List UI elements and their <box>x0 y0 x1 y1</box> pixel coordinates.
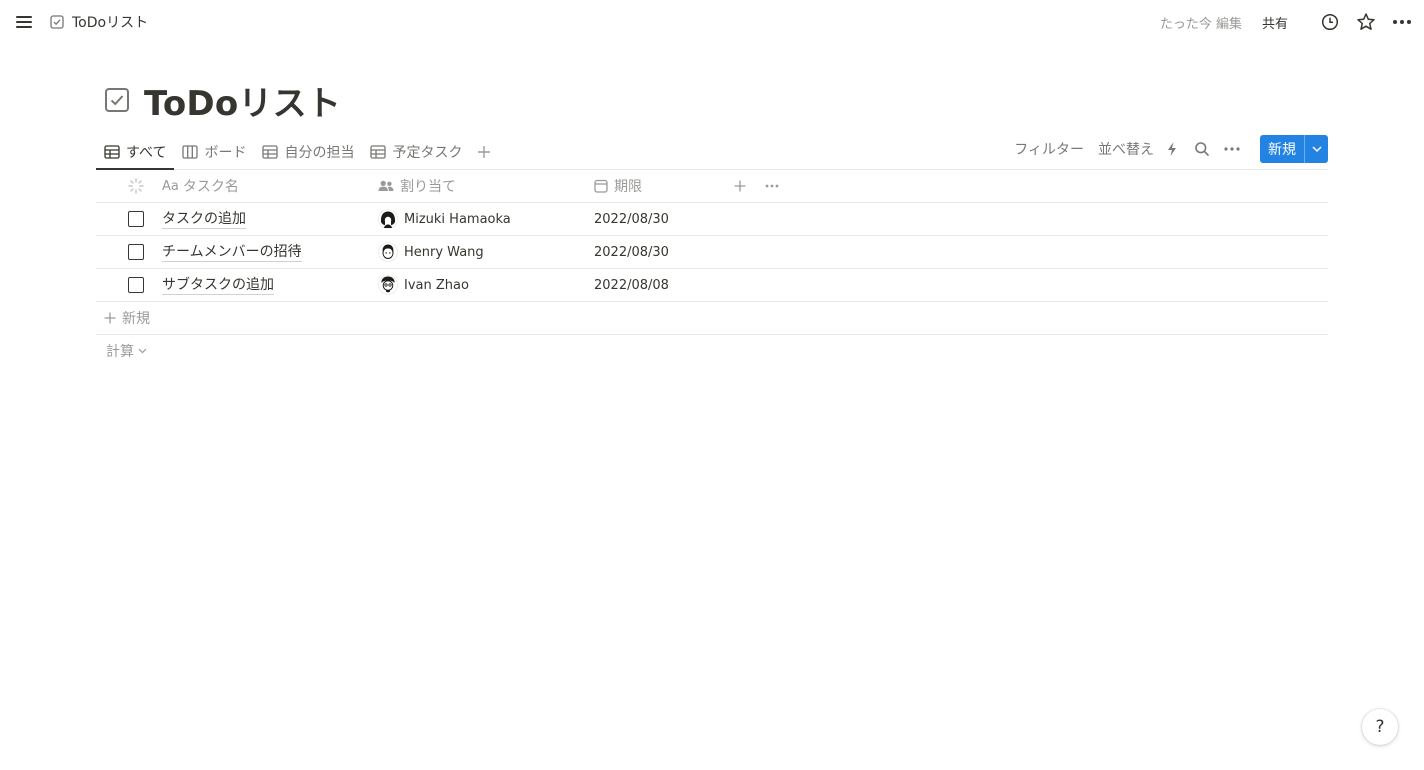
assignee-column-header[interactable]: 割り当て <box>378 170 584 202</box>
view-tools: フィルター 並べ替え 新規 <box>1000 134 1328 164</box>
edited-status: たった今 編集 <box>1159 16 1242 32</box>
add-view-icon[interactable] <box>472 140 496 164</box>
checkbox[interactable] <box>128 211 144 227</box>
column-label: 割り当て <box>400 179 456 195</box>
due-column-header[interactable]: 期限 <box>594 170 724 202</box>
top-bar: ToDoリスト たった今 編集 共有 <box>0 0 1424 44</box>
due-cell[interactable]: 2022/08/30 <box>594 236 724 268</box>
calendar-icon <box>594 179 608 193</box>
text-type-icon: Aa <box>162 178 179 194</box>
lightning-icon[interactable] <box>1160 137 1184 161</box>
loading-spinner-icon <box>128 178 144 194</box>
star-icon[interactable] <box>1354 10 1378 34</box>
table-row[interactable]: チームメンバーの招待 Henry Wang 2022/08/30 <box>96 236 1328 269</box>
tab-label: すべて <box>126 144 167 161</box>
status-column-header[interactable] <box>124 170 148 202</box>
due-cell[interactable]: 2022/08/08 <box>594 269 724 301</box>
view-bar: すべて ボード 自分の担当 予定タスク フィルター 並べ替え 新規 <box>96 134 1328 170</box>
task-name[interactable]: サブタスクの追加 <box>162 276 274 295</box>
task-name[interactable]: チームメンバーの招待 <box>162 243 302 262</box>
task-name-column-header[interactable]: Aa タスク名 <box>162 170 368 202</box>
plus-icon <box>104 312 116 324</box>
column-label: タスク名 <box>182 179 239 195</box>
due-date: 2022/08/08 <box>594 277 669 293</box>
row-checkbox[interactable] <box>124 236 148 268</box>
breadcrumb-title: ToDoリスト <box>72 15 149 31</box>
avatar <box>378 275 398 295</box>
add-row-content: 新規 <box>104 302 150 334</box>
calculate-button[interactable]: 計算 <box>106 335 147 367</box>
breadcrumb[interactable]: ToDoリスト <box>50 12 148 32</box>
due-date: 2022/08/30 <box>594 244 669 260</box>
table-row[interactable]: サブタスクの追加 Ivan Zhao 2022/08/08 <box>96 269 1328 302</box>
task-cell[interactable]: タスクの追加 <box>162 203 368 235</box>
tab-board[interactable]: ボード <box>174 134 254 169</box>
assignee-name: Ivan Zhao <box>404 277 469 293</box>
people-icon <box>378 180 394 191</box>
page-header: ToDoリスト <box>104 80 341 124</box>
row-checkbox[interactable] <box>124 269 148 301</box>
calculate-row: 計算 <box>96 335 1328 368</box>
calculate-label: 計算 <box>106 344 134 360</box>
tab-label: ボード <box>204 144 247 161</box>
task-table: Aa タスク名 割り当て 期限 タスクの追加 Mizuki Hamaoka 20… <box>96 170 1328 368</box>
assignee-cell[interactable]: Ivan Zhao <box>378 269 584 301</box>
add-row-button[interactable]: 新規 <box>96 302 1328 335</box>
history-icon[interactable] <box>1318 10 1342 34</box>
search-icon[interactable] <box>1190 137 1214 161</box>
more-icon[interactable] <box>1390 10 1414 34</box>
assignee-name: Henry Wang <box>404 244 484 260</box>
menu-icon[interactable] <box>14 12 34 32</box>
checkbox[interactable] <box>128 244 144 260</box>
table-icon <box>370 144 387 159</box>
assignee-name: Mizuki Hamaoka <box>404 211 511 227</box>
new-button-group: 新規 <box>1260 135 1328 163</box>
avatar <box>378 242 398 262</box>
tab-all[interactable]: すべて <box>96 134 175 170</box>
sort-button[interactable]: 並べ替え <box>1098 139 1154 159</box>
view-tabs: すべて ボード 自分の担当 予定タスク <box>96 134 496 170</box>
row-checkbox[interactable] <box>124 203 148 235</box>
tab-my-tasks[interactable]: 自分の担当 <box>254 134 362 169</box>
help-button[interactable]: ? <box>1362 709 1398 745</box>
column-label: 期限 <box>614 179 642 195</box>
task-cell[interactable]: チームメンバーの招待 <box>162 236 368 268</box>
checkbox[interactable] <box>128 277 144 293</box>
checkbox-page-icon <box>50 15 64 29</box>
table-row[interactable]: タスクの追加 Mizuki Hamaoka 2022/08/30 <box>96 203 1328 236</box>
share-button[interactable]: 共有 <box>1262 13 1288 32</box>
tab-label: 予定タスク <box>392 144 463 161</box>
task-name[interactable]: タスクの追加 <box>162 210 246 229</box>
new-button[interactable]: 新規 <box>1260 135 1304 163</box>
add-row-label: 新規 <box>122 311 150 327</box>
more-icon[interactable] <box>762 170 782 202</box>
checkbox-page-icon[interactable] <box>104 87 130 113</box>
due-date: 2022/08/30 <box>594 211 669 227</box>
add-property-icon[interactable] <box>730 170 750 202</box>
table-icon <box>262 144 279 159</box>
table-icon <box>104 144 120 159</box>
assignee-cell[interactable]: Henry Wang <box>378 236 584 268</box>
assignee-cell[interactable]: Mizuki Hamaoka <box>378 203 584 235</box>
more-icon[interactable] <box>1220 137 1244 161</box>
task-cell[interactable]: サブタスクの追加 <box>162 269 368 301</box>
topbar-actions: たった今 編集 共有 <box>1160 9 1414 35</box>
chevron-down-icon <box>138 348 147 354</box>
board-icon <box>182 144 199 159</box>
avatar <box>378 209 398 229</box>
chevron-down-icon[interactable] <box>1304 135 1328 163</box>
table-header: Aa タスク名 割り当て 期限 <box>96 170 1328 203</box>
due-cell[interactable]: 2022/08/30 <box>594 203 724 235</box>
tab-label: 自分の担当 <box>284 144 355 161</box>
filter-button[interactable]: フィルター <box>1014 139 1084 159</box>
page-title[interactable]: ToDoリスト <box>144 76 341 125</box>
tab-scheduled[interactable]: 予定タスク <box>362 134 470 169</box>
